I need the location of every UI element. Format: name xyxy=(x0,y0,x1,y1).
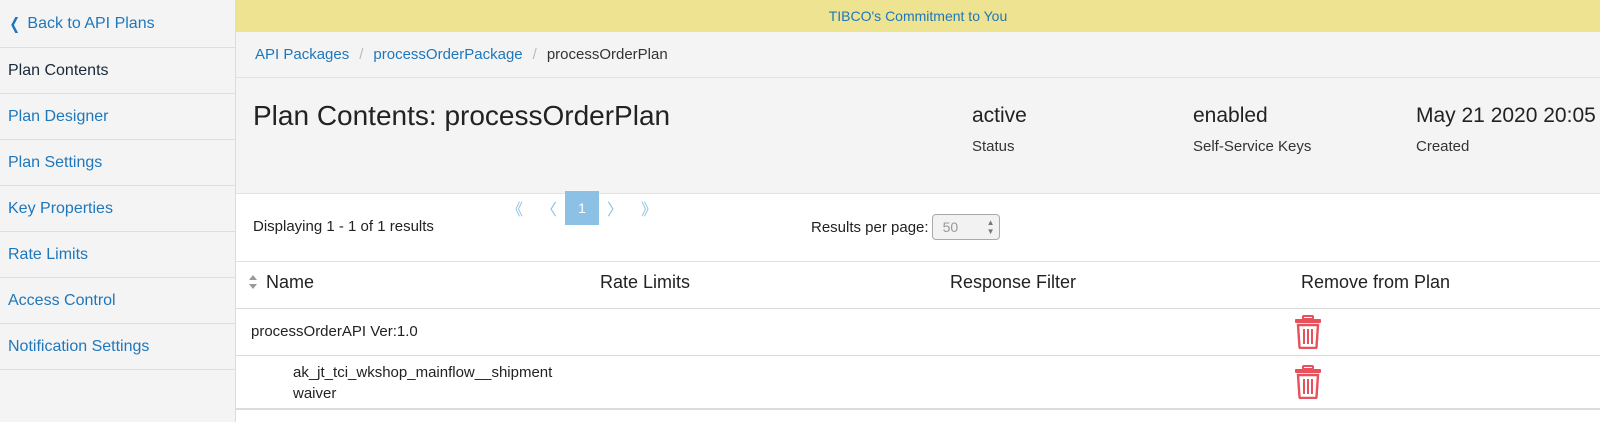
commitment-link[interactable]: TIBCO's Commitment to You xyxy=(829,8,1008,24)
first-page-button[interactable]: 《 xyxy=(498,191,532,225)
sidebar-item-rate-limits[interactable]: Rate Limits xyxy=(0,232,235,278)
commitment-banner: TIBCO's Commitment to You xyxy=(236,0,1600,32)
breadcrumb-separator: / xyxy=(532,46,537,63)
status-stat: active Status xyxy=(972,104,1027,155)
sidebar-item-plan-contents[interactable]: Plan Contents xyxy=(0,48,235,94)
results-per-page-select[interactable]: 50 ▲ ▼ xyxy=(931,214,1000,240)
previous-page-button[interactable]: 〈 xyxy=(532,191,566,225)
breadcrumb-separator: / xyxy=(359,46,364,63)
pagination-bar: Displaying 1 - 1 of 1 results 《 〈 1 〉 》 … xyxy=(236,191,1600,262)
endpoint-name: ak_jt_tci_wkshop_mainflow__shipmentwaive… xyxy=(293,364,553,402)
current-page-button[interactable]: 1 xyxy=(565,191,599,225)
trash-icon[interactable] xyxy=(1294,365,1322,399)
page-title: Plan Contents: processOrderPlan xyxy=(253,100,671,131)
results-count: Displaying 1 - 1 of 1 results xyxy=(253,218,434,235)
sidebar-item-access-control[interactable]: Access Control xyxy=(0,278,235,324)
plan-contents-table: Name Rate Limits Response Filter Remove … xyxy=(236,262,1600,410)
last-page-button[interactable]: 》 xyxy=(632,191,666,225)
self-service-keys-label: Self-Service Keys xyxy=(1193,138,1312,155)
api-name: processOrderAPI Ver:1.0 xyxy=(251,323,418,340)
status-value: active xyxy=(972,104,1027,127)
sort-icon[interactable] xyxy=(248,274,258,290)
trash-icon[interactable] xyxy=(1294,315,1322,349)
chevron-left-icon: ❮ xyxy=(9,15,21,33)
sidebar: ❮ Back to API Plans Plan Contents Plan D… xyxy=(0,0,236,422)
results-per-page: Results per page: 50 ▲ ▼ xyxy=(811,214,1000,240)
breadcrumb-package[interactable]: processOrderPackage xyxy=(373,46,522,63)
table-header: Name Rate Limits Response Filter Remove … xyxy=(236,262,1600,309)
created-value: May 21 2020 20:05 xyxy=(1416,104,1596,127)
table-row: ak_jt_tci_wkshop_mainflow__shipmentwaive… xyxy=(236,356,1600,410)
column-header-name[interactable]: Name xyxy=(266,272,314,293)
self-service-keys-value: enabled xyxy=(1193,104,1268,127)
created-label: Created xyxy=(1416,138,1470,155)
column-header-response-filter: Response Filter xyxy=(950,272,1077,292)
breadcrumb: API Packages / processOrderPackage / pro… xyxy=(236,32,1600,78)
created-stat: May 21 2020 20:05 Created xyxy=(1416,104,1596,155)
next-page-button[interactable]: 〉 xyxy=(598,191,632,225)
breadcrumb-api-packages[interactable]: API Packages xyxy=(255,46,349,63)
back-link-label: Back to API Plans xyxy=(27,14,155,32)
sidebar-item-notification-settings[interactable]: Notification Settings xyxy=(0,324,235,370)
self-service-keys-stat: enabled Self-Service Keys xyxy=(1193,104,1311,155)
sidebar-item-key-properties[interactable]: Key Properties xyxy=(0,186,235,232)
plan-header: Plan Contents: processOrderPlan active S… xyxy=(236,78,1600,194)
column-header-remove-from-plan: Remove from Plan xyxy=(1301,272,1451,292)
sidebar-item-plan-settings[interactable]: Plan Settings xyxy=(0,140,235,186)
select-arrows-icon: ▲ ▼ xyxy=(986,218,995,236)
back-to-api-plans-link[interactable]: ❮ Back to API Plans xyxy=(0,0,235,48)
breadcrumb-current-plan: processOrderPlan xyxy=(546,46,668,63)
column-header-rate-limits: Rate Limits xyxy=(600,272,691,292)
status-label: Status xyxy=(972,138,1015,155)
sidebar-item-plan-designer[interactable]: Plan Designer xyxy=(0,94,235,140)
table-row: processOrderAPI Ver:1.0 xyxy=(236,309,1600,356)
results-per-page-label: Results per page: xyxy=(811,218,929,236)
results-per-page-value: 50 xyxy=(942,219,959,235)
